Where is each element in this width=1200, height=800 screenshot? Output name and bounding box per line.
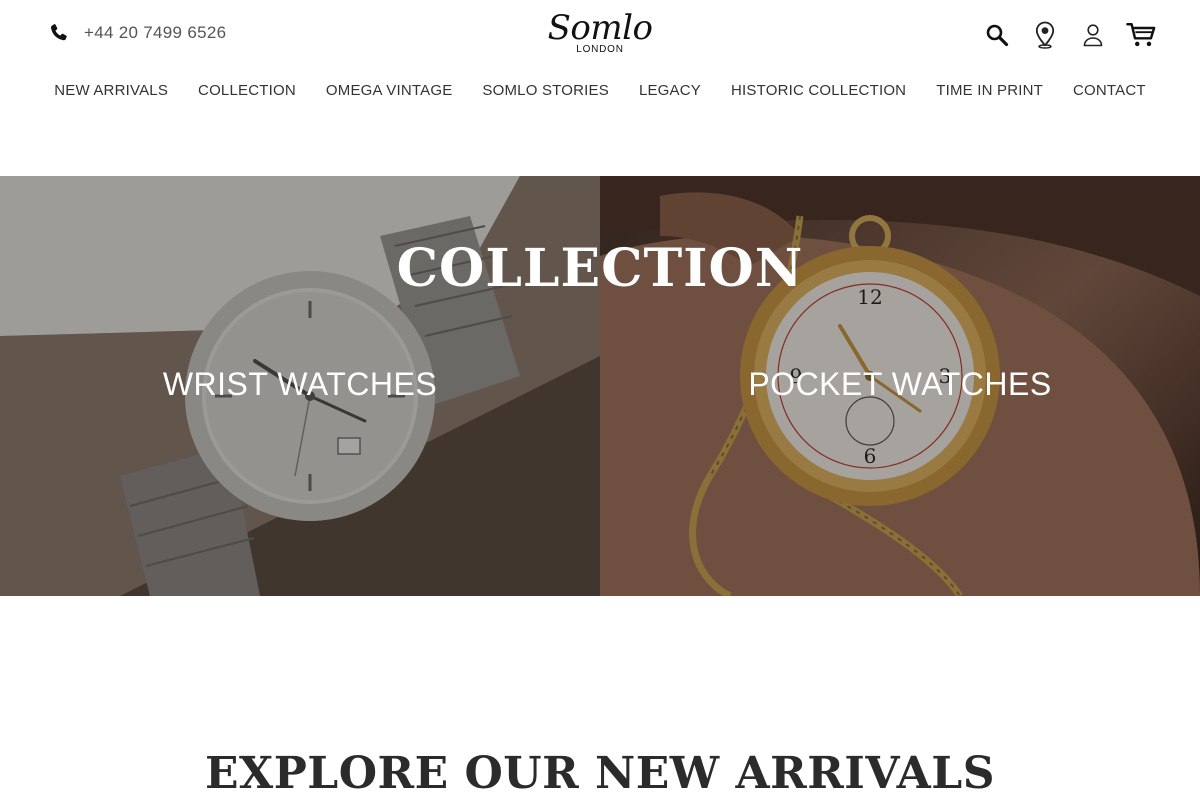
site-logo[interactable]: Somlo LONDON (540, 10, 660, 55)
search-icon (986, 24, 1009, 47)
main-nav: NEW ARRIVALS COLLECTION OMEGA VINTAGE SO… (0, 80, 1200, 101)
wrist-watches-label: WRIST WATCHES (162, 366, 438, 402)
phone-number: +44 20 7499 6526 (84, 23, 227, 42)
nav-item-new-arrivals[interactable]: NEW ARRIVALS (54, 80, 168, 101)
user-icon (1083, 24, 1103, 47)
site-header: +44 20 7499 6526 Somlo LONDON (0, 0, 1200, 72)
cart-icon (1126, 23, 1156, 47)
nav-item-legacy[interactable]: LEGACY (639, 80, 701, 101)
phone-icon (50, 24, 67, 41)
pocket-watches-label: POCKET WATCHES (748, 366, 1052, 402)
nav-item-collection[interactable]: COLLECTION (198, 80, 296, 101)
cart-button[interactable] (1126, 20, 1156, 50)
logo-wordmark: Somlo (547, 8, 653, 48)
nav-item-historic-collection[interactable]: HISTORIC COLLECTION (731, 80, 906, 101)
phone-link[interactable]: +44 20 7499 6526 (48, 22, 226, 44)
nav-item-contact[interactable]: CONTACT (1073, 80, 1146, 101)
new-arrivals-heading: EXPLORE OUR NEW ARRIVALS (205, 748, 995, 799)
search-button[interactable] (982, 20, 1012, 50)
nav-item-somlo-stories[interactable]: SOMLO STORIES (482, 80, 609, 101)
location-pin-icon (1035, 21, 1055, 49)
collection-hero: WRIST WATCHES 12 3 6 9 POCKET WATCHES CO… (0, 176, 1200, 596)
store-locator-button[interactable] (1030, 20, 1060, 50)
account-button[interactable] (1078, 20, 1108, 50)
nav-item-time-in-print[interactable]: TIME IN PRINT (936, 80, 1043, 101)
header-icons (982, 20, 1156, 50)
hero-title: COLLECTION (396, 238, 804, 299)
nav-item-omega-vintage[interactable]: OMEGA VINTAGE (326, 80, 453, 101)
